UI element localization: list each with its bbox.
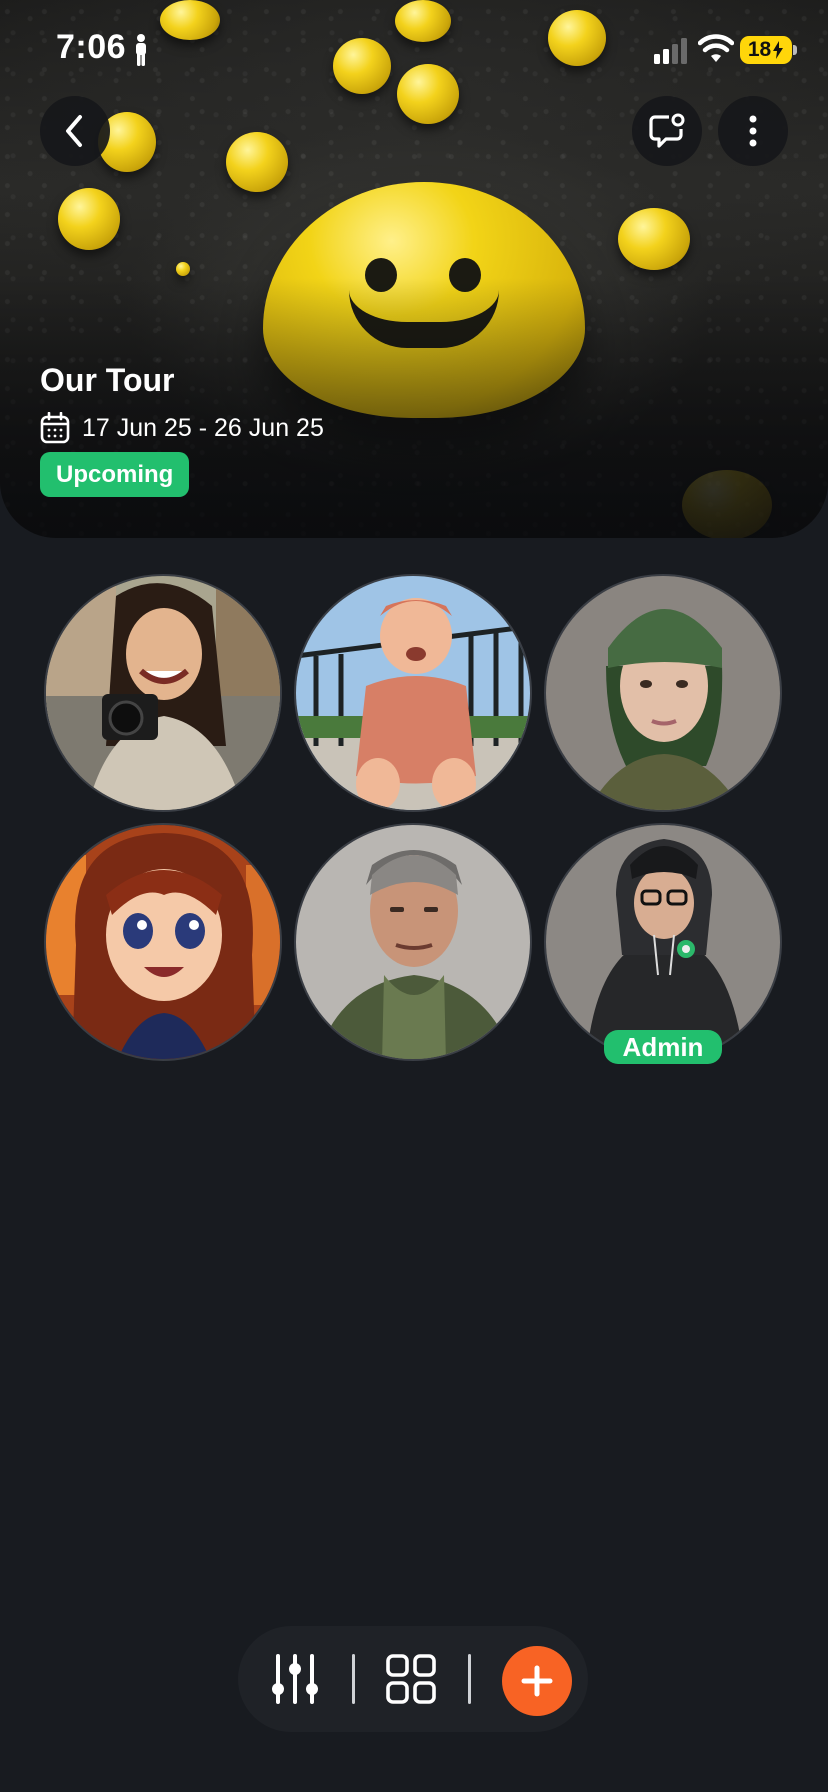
toolbar-divider: [352, 1654, 355, 1704]
status-badge: Upcoming: [40, 452, 190, 497]
signal-icon: [654, 38, 687, 64]
member-avatar[interactable]: [44, 574, 282, 812]
cover-ball: [176, 262, 190, 276]
avatar: [544, 574, 782, 812]
chevron-left-icon: [66, 115, 82, 147]
grid-view-button[interactable]: [382, 1650, 440, 1708]
avatar: [44, 574, 282, 812]
charging-bolt-icon: [773, 41, 784, 59]
cover-gradient: [0, 278, 828, 538]
filter-button[interactable]: [266, 1650, 324, 1708]
avatar: [544, 823, 782, 1061]
cover-ball: [58, 188, 120, 250]
trip-date-range: 17 Jun 25 - 26 Jun 25: [82, 413, 324, 442]
avatar: [294, 574, 532, 812]
avatar: [294, 823, 532, 1061]
status-bar: 7:06 18: [0, 0, 828, 100]
cover-ball: [226, 132, 288, 192]
sliders-icon: [272, 1654, 318, 1704]
more-options-button[interactable]: [718, 96, 788, 166]
bottom-toolbar: [238, 1626, 588, 1732]
member-avatar[interactable]: [294, 574, 532, 812]
member-avatar[interactable]: [294, 823, 532, 1061]
trip-dates: 17 Jun 25 - 26 Jun 25: [40, 412, 324, 444]
add-button[interactable]: [502, 1646, 572, 1716]
person-icon: [136, 34, 146, 66]
battery-indicator: 18: [740, 36, 792, 64]
cover-ball: [618, 208, 690, 270]
member-avatar[interactable]: [544, 823, 782, 1061]
wifi-icon: [698, 34, 734, 62]
chat-button[interactable]: [632, 96, 702, 166]
status-time: 7:06: [56, 28, 127, 66]
battery-tip: [793, 45, 797, 55]
chat-bubble-icon: [649, 113, 685, 148]
member-avatar[interactable]: [544, 574, 782, 812]
toolbar-divider: [468, 1654, 471, 1704]
admin-badge: Admin: [604, 1030, 722, 1064]
plus-icon: [521, 1665, 553, 1697]
calendar-icon: [40, 412, 70, 444]
battery-level: 18: [747, 38, 772, 61]
grid-icon: [386, 1654, 436, 1704]
trip-title: Our Tour: [40, 362, 175, 398]
back-button[interactable]: [40, 96, 110, 166]
avatar: [44, 823, 282, 1061]
more-vertical-icon: [749, 115, 757, 147]
member-avatar[interactable]: [44, 823, 282, 1061]
members-grid: [44, 574, 784, 1061]
